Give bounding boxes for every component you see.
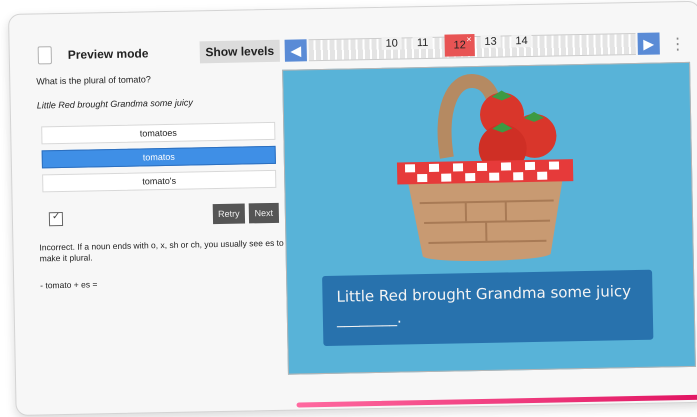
scene-caption: Little Red brought Grandma some juicy __… xyxy=(322,269,654,347)
tomato-basket-illustration xyxy=(396,74,574,261)
feedback-formula: - tomato + es = xyxy=(40,279,98,291)
basket-body xyxy=(407,175,564,261)
current-level-number: 12 xyxy=(453,39,466,52)
preview-icon xyxy=(37,46,52,65)
answer-option-tomato-apostrophe[interactable]: tomato's xyxy=(42,169,277,193)
checklist-icon[interactable] xyxy=(48,211,64,227)
answer-option-tomatos-selected[interactable]: tomatos xyxy=(41,145,276,169)
device-frame: Preview mode Show levels ◀ 10 11 12 × 13… xyxy=(8,0,697,416)
answer-option-tomatoes[interactable]: tomatoes xyxy=(41,121,276,145)
incorrect-mark-icon: × xyxy=(466,34,472,45)
level-item-14[interactable]: 14 xyxy=(511,34,532,48)
illustration-panel: Little Red brought Grandma some juicy __… xyxy=(282,61,696,375)
accent-bar xyxy=(296,394,697,408)
level-item-11[interactable]: 11 xyxy=(412,36,433,50)
question-prompt: What is the plural of tomato? xyxy=(36,74,151,87)
question-sentence: Little Red brought Grandma some juicy xyxy=(36,97,193,111)
retry-button[interactable]: Retry xyxy=(212,203,246,225)
level-item-12-current[interactable]: 12 × xyxy=(444,34,475,57)
level-item-13[interactable]: 13 xyxy=(480,35,501,48)
next-button[interactable]: Next xyxy=(248,202,280,224)
level-item-10[interactable]: 10 xyxy=(381,37,402,50)
preview-mode-label: Preview mode xyxy=(67,46,149,62)
more-options-icon[interactable]: ⋮ xyxy=(670,34,686,54)
feedback-text: Incorrect. If a noun ends with o, x, sh … xyxy=(39,237,284,264)
next-level-arrow-icon[interactable]: ▶ xyxy=(637,32,660,55)
show-levels-button[interactable]: Show levels xyxy=(199,39,280,64)
previous-level-arrow-icon[interactable]: ◀ xyxy=(284,39,307,62)
question-panel: What is the plural of tomato? Little Red… xyxy=(32,70,294,385)
